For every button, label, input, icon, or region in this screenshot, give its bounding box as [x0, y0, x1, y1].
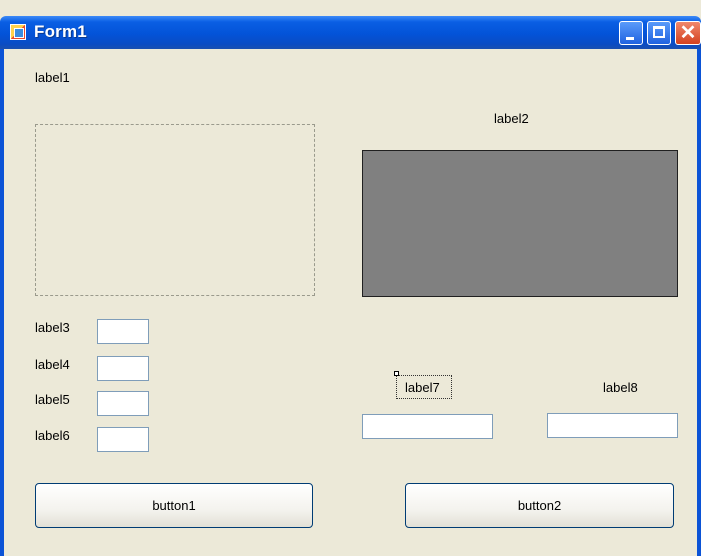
textbox-label3[interactable] — [97, 319, 149, 344]
label3: label3 — [35, 320, 70, 335]
window-border-left — [0, 49, 4, 556]
form-app-icon[interactable] — [10, 24, 26, 40]
textbox-label5[interactable] — [97, 391, 149, 416]
textbox-label4[interactable] — [97, 356, 149, 381]
maximize-button[interactable] — [647, 21, 671, 45]
label1: label1 — [35, 70, 70, 85]
close-button[interactable]: ✕ — [675, 21, 701, 45]
textbox-label6[interactable] — [97, 427, 149, 452]
label6: label6 — [35, 428, 70, 443]
label4: label4 — [35, 357, 70, 372]
window-title: Form1 — [34, 22, 87, 41]
maximize-icon — [653, 26, 665, 38]
title-bar[interactable] — [0, 16, 701, 49]
form-window: Form1 ✕ label1 label2 label3 label4 labe… — [0, 0, 701, 556]
textbox-label7[interactable] — [362, 414, 493, 439]
label7[interactable]: label7 — [405, 380, 440, 396]
minimize-button[interactable] — [619, 21, 643, 45]
textbox-label8[interactable] — [547, 413, 678, 438]
label5: label5 — [35, 392, 70, 407]
button1[interactable]: button1 — [35, 483, 313, 528]
minimize-icon — [626, 37, 634, 40]
label2: label2 — [494, 111, 529, 126]
selection-handle[interactable] — [394, 371, 399, 376]
window-border-right — [697, 49, 701, 556]
picture-box-gray — [362, 150, 678, 297]
close-icon: ✕ — [679, 22, 697, 44]
label8: label8 — [603, 380, 638, 395]
button2[interactable]: button2 — [405, 483, 674, 528]
picture-box-empty — [35, 124, 315, 296]
